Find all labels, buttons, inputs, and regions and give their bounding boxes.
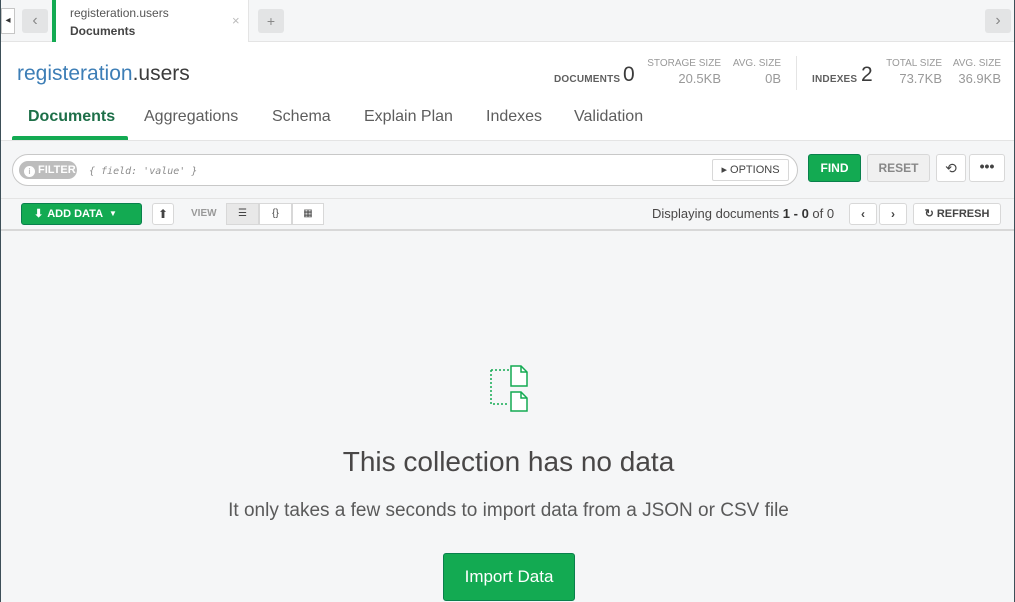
- sidebar-collapse-button[interactable]: ◂: [1, 8, 15, 34]
- caret-down-icon: ▼: [109, 209, 117, 218]
- avg-document-size-label: AVG. SIZE: [732, 58, 781, 69]
- refresh-icon: ↻: [924, 208, 934, 220]
- refresh-button[interactable]: ↻ REFRESH: [913, 203, 1001, 225]
- table-view-icon[interactable]: ▦: [292, 203, 324, 225]
- display-prefix: Displaying documents: [652, 206, 783, 221]
- add-data-label: ADD DATA: [47, 208, 104, 220]
- documents-stat-label: DOCUMENTS: [554, 74, 621, 85]
- query-history-icon[interactable]: ⟲: [936, 154, 966, 182]
- tab-explain-plan[interactable]: Explain Plan: [364, 108, 453, 126]
- options-toggle-button[interactable]: ▸ OPTIONS: [712, 159, 789, 181]
- tab-bar: ◂ ‹ registeration.users Documents × + ›: [1, 0, 1014, 42]
- tab-namespace: registeration.users: [70, 6, 169, 20]
- indexes-stat-label: INDEXES: [812, 74, 858, 85]
- info-icon: i: [24, 166, 35, 177]
- tab-registeration-users[interactable]: registeration.users Documents ×: [52, 0, 249, 42]
- database-name[interactable]: registeration: [17, 62, 133, 85]
- pagination-summary: Displaying documents 1 - 0 of 0: [652, 206, 834, 221]
- avg-document-size-value: 0B: [765, 71, 781, 86]
- empty-state-title: This collection has no data: [342, 446, 675, 477]
- avg-index-size-label: AVG. SIZE: [952, 58, 1001, 69]
- tab-schema[interactable]: Schema: [272, 108, 331, 126]
- collection-header: registeration.users DOCUMENTS 0 STORAGE …: [1, 42, 1014, 141]
- query-bar: iFILTER ▸ OPTIONS FIND RESET ⟲ •••: [1, 141, 1014, 199]
- collection-name: .users: [132, 62, 190, 85]
- tab-indexes[interactable]: Indexes: [486, 108, 542, 126]
- app-window: ◂ ‹ registeration.users Documents × + › …: [0, 0, 1015, 602]
- stats-divider: [796, 56, 797, 90]
- previous-page-button[interactable]: ‹: [849, 203, 877, 225]
- refresh-label: REFRESH: [936, 208, 990, 220]
- tab-documents[interactable]: Documents: [28, 108, 115, 126]
- find-button[interactable]: FIND: [808, 154, 861, 182]
- tab-subtitle: Documents: [70, 24, 136, 38]
- empty-state-subtitle: It only takes a few seconds to import da…: [228, 500, 789, 521]
- import-data-button[interactable]: Import Data: [443, 553, 575, 601]
- more-options-button[interactable]: •••: [969, 154, 1005, 182]
- display-suffix: of 0: [808, 206, 835, 221]
- tabs-scroll-back-button[interactable]: ‹: [22, 9, 48, 33]
- collection-title: registeration.users: [17, 62, 190, 86]
- avg-index-size-value: 36.9KB: [958, 71, 1001, 86]
- filter-box: iFILTER ▸ OPTIONS: [12, 154, 798, 186]
- active-tab-indicator: [12, 136, 128, 140]
- list-view-icon[interactable]: ☰: [226, 203, 259, 225]
- download-icon: ⬇: [34, 208, 44, 220]
- filter-label-pill[interactable]: i FILTER: [19, 161, 77, 179]
- empty-collection-icon: [490, 365, 528, 412]
- view-label: VIEW: [191, 208, 217, 219]
- export-collection-button[interactable]: ⬆: [152, 203, 174, 225]
- json-view-icon[interactable]: {}: [259, 203, 292, 225]
- tab-close-icon[interactable]: ×: [232, 13, 240, 28]
- add-data-button[interactable]: ⬇ ADD DATA ▼: [21, 203, 142, 225]
- next-page-button[interactable]: ›: [879, 203, 907, 225]
- filter-label: FILTER: [38, 164, 76, 176]
- new-tab-button[interactable]: +: [258, 9, 284, 33]
- display-range: 1 - 0: [782, 206, 809, 221]
- reset-button[interactable]: RESET: [867, 154, 930, 182]
- tab-aggregations[interactable]: Aggregations: [144, 108, 238, 126]
- documents-toolbar: ⬇ ADD DATA ▼ ⬆ VIEW ☰ {} ▦ Displaying docu…: [1, 199, 1014, 231]
- tab-validation[interactable]: Validation: [574, 108, 643, 126]
- filter-input[interactable]: [89, 162, 689, 180]
- tabs-scroll-forward-button[interactable]: ›: [985, 9, 1011, 33]
- documents-count: 0: [623, 63, 635, 86]
